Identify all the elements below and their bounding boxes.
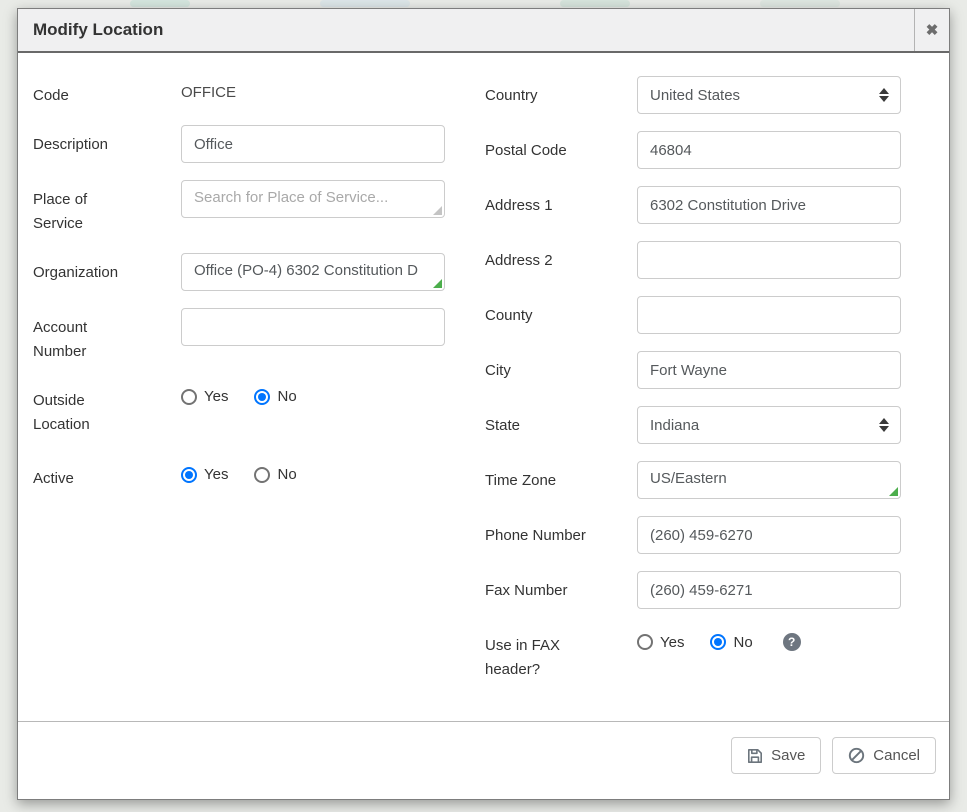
- outside-location-radio-group: Yes No: [181, 381, 445, 405]
- use-in-fax-header-no-radio[interactable]: No: [710, 634, 752, 651]
- fax-number-label: Fax Number: [485, 571, 637, 609]
- account-number-label: Account Number: [33, 308, 181, 364]
- background-blob: [320, 0, 410, 7]
- address2-row: Address 2: [485, 241, 901, 279]
- modify-location-dialog: Modify Location ✖ Code OFFICE Descriptio…: [17, 8, 950, 800]
- address1-input[interactable]: [637, 186, 901, 224]
- save-button-label: Save: [771, 747, 805, 764]
- description-input[interactable]: [181, 125, 445, 163]
- active-yes-radio[interactable]: Yes: [181, 466, 228, 483]
- account-number-row: Account Number: [33, 308, 445, 364]
- postal-code-label: Postal Code: [485, 131, 637, 169]
- county-row: County: [485, 296, 901, 334]
- select-arrows-icon: [879, 88, 889, 102]
- background-blob: [130, 0, 190, 7]
- resize-handle-icon[interactable]: [433, 206, 442, 215]
- organization-row: Organization Office (PO-4) 6302 Constitu…: [33, 253, 445, 291]
- cancel-button-label: Cancel: [873, 747, 920, 764]
- address1-label: Address 1: [485, 186, 637, 224]
- city-input[interactable]: [637, 351, 901, 389]
- close-icon: ✖: [926, 21, 939, 39]
- place-of-service-input[interactable]: Search for Place of Service...: [181, 180, 445, 218]
- address2-label: Address 2: [485, 241, 637, 279]
- code-value: OFFICE: [181, 76, 445, 101]
- description-row: Description: [33, 125, 445, 163]
- county-input[interactable]: [637, 296, 901, 334]
- help-question-icon[interactable]: ?: [783, 633, 801, 651]
- address1-row: Address 1: [485, 186, 901, 224]
- close-button[interactable]: ✖: [914, 9, 949, 51]
- description-label: Description: [33, 125, 181, 163]
- radio-circle-icon: [254, 389, 270, 405]
- active-no-radio[interactable]: No: [254, 466, 296, 483]
- background-blob: [560, 0, 630, 7]
- radio-circle-icon: [181, 467, 197, 483]
- place-of-service-label: Place of Service: [33, 180, 181, 236]
- use-in-fax-header-label: Use in FAX header?: [485, 626, 637, 682]
- form-column-right: Country United States Postal Code: [485, 76, 901, 721]
- active-radio-group: Yes No: [181, 459, 445, 483]
- state-row: State Indiana: [485, 406, 901, 444]
- country-row: Country United States: [485, 76, 901, 114]
- dialog-header: Modify Location ✖: [18, 9, 949, 53]
- save-button[interactable]: Save: [731, 737, 821, 774]
- time-zone-row: Time Zone US/Eastern: [485, 461, 901, 499]
- place-of-service-placeholder: Search for Place of Service...: [194, 189, 388, 206]
- resize-handle-icon[interactable]: [889, 487, 898, 496]
- time-zone-value: US/Eastern: [650, 470, 727, 487]
- place-of-service-row: Place of Service Search for Place of Ser…: [33, 180, 445, 236]
- resize-handle-icon[interactable]: [433, 279, 442, 288]
- address2-input[interactable]: [637, 241, 901, 279]
- state-select[interactable]: Indiana: [637, 406, 901, 444]
- time-zone-input[interactable]: US/Eastern: [637, 461, 901, 499]
- active-row: Active Yes No: [33, 459, 445, 491]
- country-selected-value: United States: [650, 87, 740, 104]
- postal-code-input[interactable]: [637, 131, 901, 169]
- dialog-title: Modify Location: [18, 9, 914, 51]
- radio-circle-icon: [181, 389, 197, 405]
- fax-number-row: Fax Number: [485, 571, 901, 609]
- cancel-ban-icon: [848, 747, 865, 764]
- postal-code-row: Postal Code: [485, 131, 901, 169]
- country-select[interactable]: United States: [637, 76, 901, 114]
- dialog-body: Code OFFICE Description Place of Service: [18, 53, 949, 721]
- phone-number-input[interactable]: [637, 516, 901, 554]
- organization-input[interactable]: Office (PO-4) 6302 Constitution D: [181, 253, 445, 291]
- outside-location-yes-radio[interactable]: Yes: [181, 388, 228, 405]
- outside-location-no-radio[interactable]: No: [254, 388, 296, 405]
- radio-circle-icon: [710, 634, 726, 650]
- time-zone-label: Time Zone: [485, 461, 637, 499]
- radio-circle-icon: [254, 467, 270, 483]
- dialog-footer: Save Cancel: [18, 721, 949, 799]
- fax-number-input[interactable]: [637, 571, 901, 609]
- use-in-fax-header-yes-radio[interactable]: Yes: [637, 634, 684, 651]
- code-row: Code OFFICE: [33, 76, 445, 108]
- outside-location-row: Outside Location Yes No: [33, 381, 445, 437]
- account-number-input[interactable]: [181, 308, 445, 346]
- country-label: Country: [485, 76, 637, 114]
- form-column-left: Code OFFICE Description Place of Service: [33, 76, 445, 721]
- state-selected-value: Indiana: [650, 417, 699, 434]
- use-in-fax-header-row: Use in FAX header? Yes No ?: [485, 626, 901, 682]
- organization-label: Organization: [33, 253, 181, 291]
- city-row: City: [485, 351, 901, 389]
- active-label: Active: [33, 459, 181, 491]
- outside-location-label: Outside Location: [33, 381, 181, 437]
- radio-circle-icon: [637, 634, 653, 650]
- cancel-button[interactable]: Cancel: [832, 737, 936, 774]
- select-arrows-icon: [879, 418, 889, 432]
- phone-number-row: Phone Number: [485, 516, 901, 554]
- use-in-fax-header-radio-group: Yes No ?: [637, 626, 901, 651]
- background-blob: [760, 0, 840, 7]
- organization-value: Office (PO-4) 6302 Constitution D: [194, 262, 418, 279]
- save-floppy-icon: [747, 748, 763, 764]
- code-label: Code: [33, 76, 181, 108]
- county-label: County: [485, 296, 637, 334]
- phone-number-label: Phone Number: [485, 516, 637, 554]
- city-label: City: [485, 351, 637, 389]
- state-label: State: [485, 406, 637, 444]
